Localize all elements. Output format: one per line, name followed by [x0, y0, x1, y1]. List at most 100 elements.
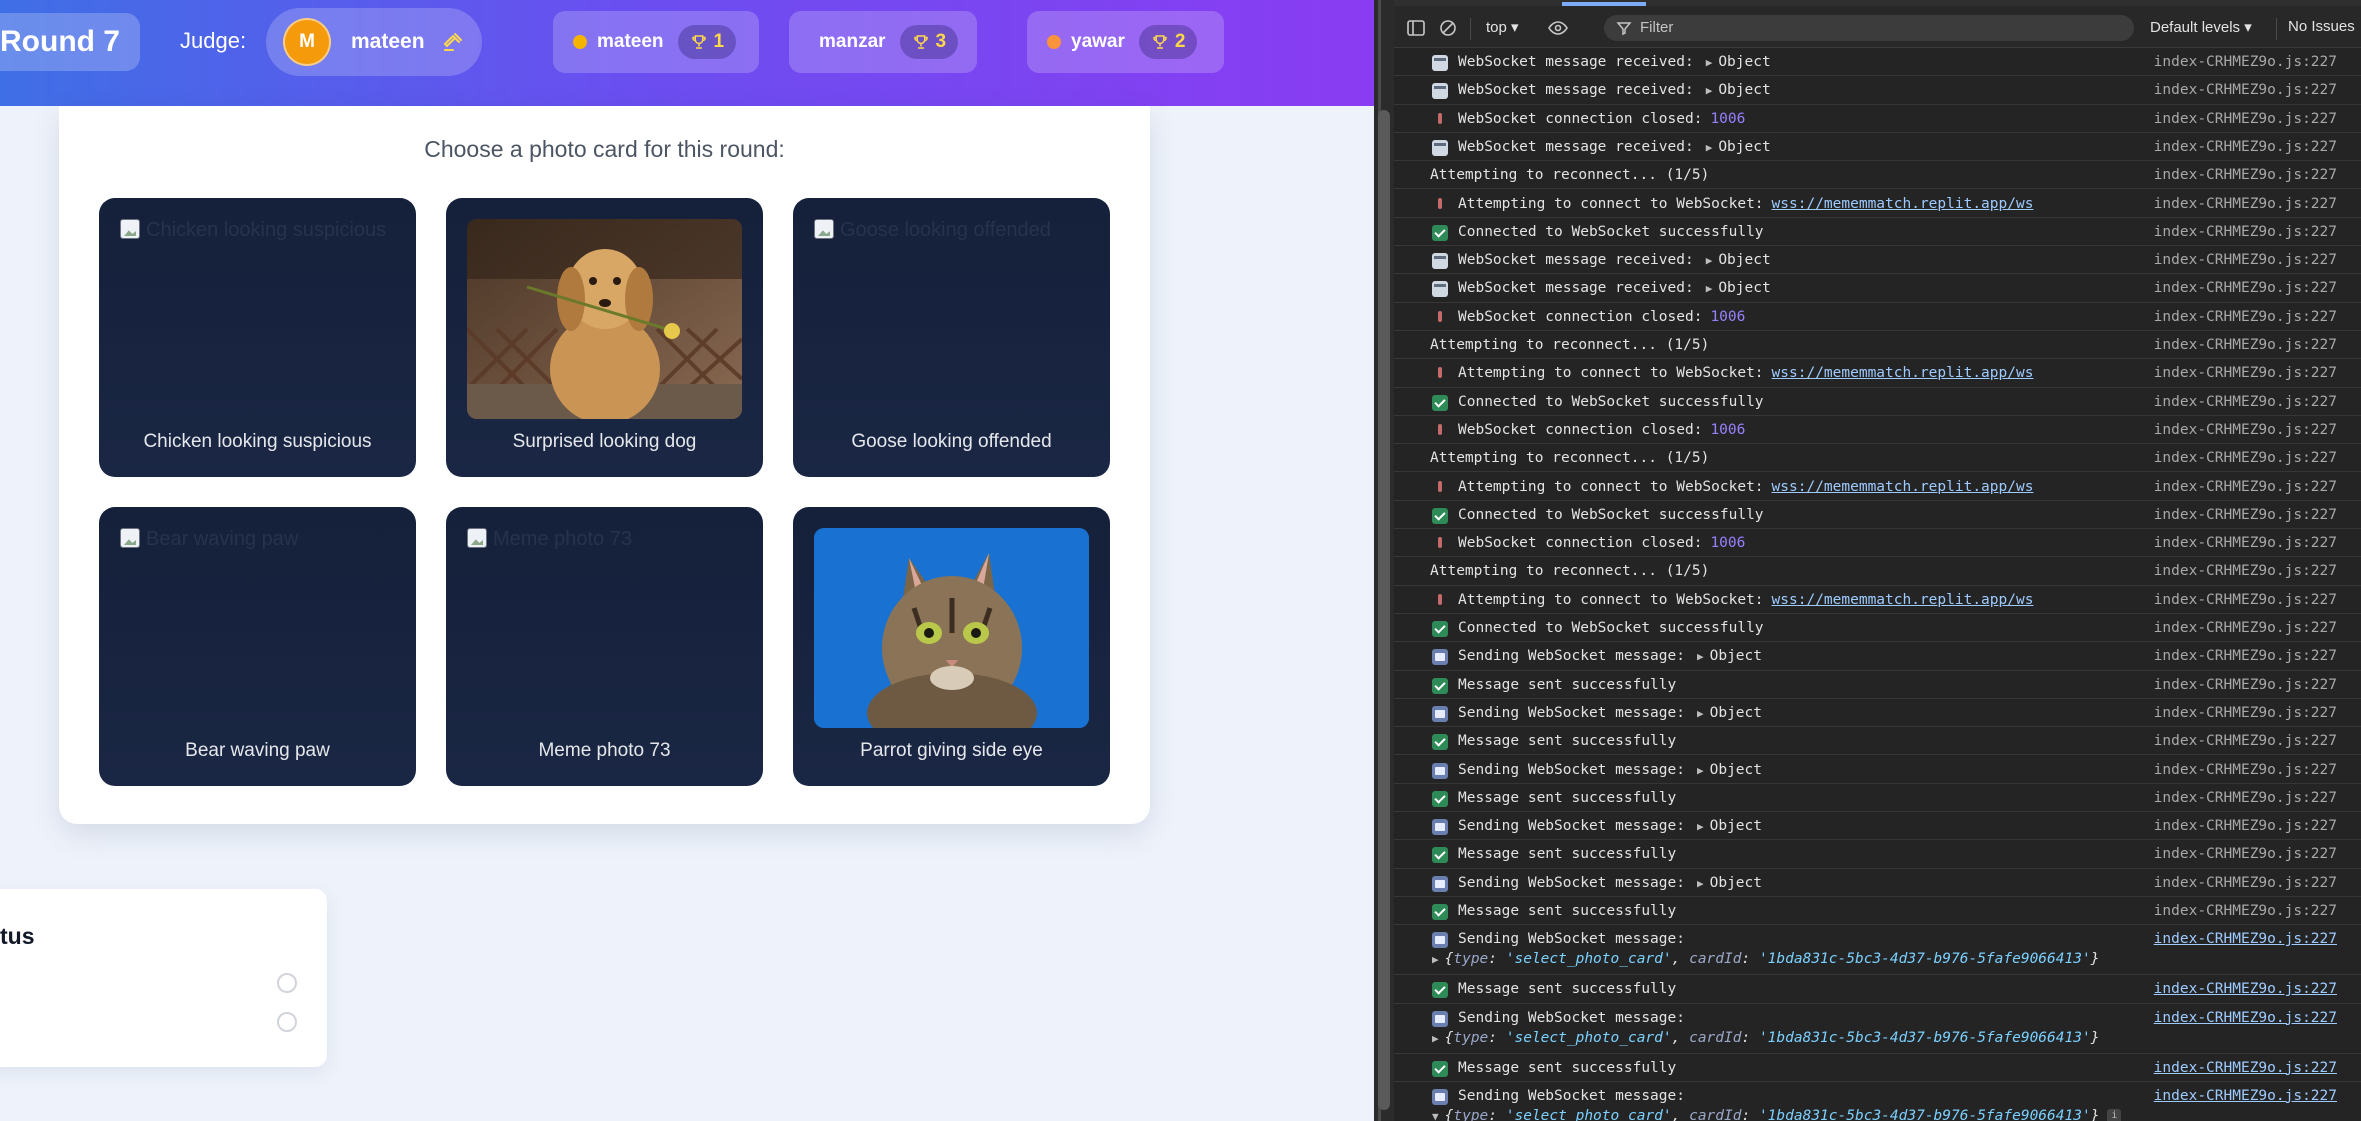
source-link[interactable]: index-CRHMEZ9o.js:227: [2154, 903, 2337, 919]
source-link[interactable]: index-CRHMEZ9o.js:227: [2154, 705, 2337, 721]
photo-card[interactable]: Meme photo 73 Meme photo 73: [446, 507, 763, 786]
sidebar-toggle-icon[interactable]: [1406, 18, 1426, 38]
console-log-row[interactable]: Sending WebSocket message: ▶ Object index-C…: [1394, 869, 2361, 897]
info-icon[interactable]: i: [2107, 1108, 2122, 1121]
clear-console-icon[interactable]: [1438, 18, 1458, 38]
issues-counter[interactable]: No Issues: [2288, 18, 2355, 35]
console-log-row[interactable]: Sending WebSocket message: ▼ {type: 'selec…: [1394, 1082, 2361, 1121]
photo-card[interactable]: Chicken looking suspicious Chicken looki…: [99, 198, 416, 477]
console-log-row[interactable]: WebSocket connection closed: 1006 index-CR…: [1394, 303, 2361, 331]
websocket-url-link[interactable]: wss://mememmatch.replit.app/ws: [1772, 592, 2034, 608]
source-link[interactable]: index-CRHMEZ9o.js:227: [2154, 563, 2337, 579]
websocket-url-link[interactable]: wss://mememmatch.replit.app/ws: [1772, 479, 2034, 495]
console-log-row[interactable]: Attempting to connect to WebSocket: wss:/…: [1394, 473, 2361, 501]
source-link[interactable]: index-CRHMEZ9o.js:227: [2154, 224, 2337, 240]
source-link[interactable]: index-CRHMEZ9o.js:227: [2154, 252, 2337, 268]
source-link[interactable]: index-CRHMEZ9o.js:227: [2154, 450, 2337, 466]
console-filter-input[interactable]: Filter: [1604, 15, 2134, 41]
console-log-row[interactable]: Attempting to reconnect... (1/5) index-CR…: [1394, 444, 2361, 473]
expandable-object[interactable]: ▶ Object: [1706, 139, 1771, 155]
source-link[interactable]: index-CRHMEZ9o.js:227: [2154, 422, 2337, 438]
photo-card[interactable]: Surprised looking dog: [446, 198, 763, 477]
source-link[interactable]: index-CRHMEZ9o.js:227: [2154, 846, 2337, 862]
console-log-row[interactable]: Sending WebSocket message: ▶ Object index-C…: [1394, 642, 2361, 671]
expandable-object[interactable]: ▶ Object: [1706, 252, 1771, 268]
source-link[interactable]: index-CRHMEZ9o.js:227: [2154, 733, 2337, 749]
console-log-row[interactable]: WebSocket message received: ▶ Object index-…: [1394, 48, 2361, 77]
source-link[interactable]: index-CRHMEZ9o.js:227: [2154, 1060, 2337, 1076]
context-selector[interactable]: top ▾: [1486, 18, 1519, 36]
payload-object[interactable]: ▶ {type: 'select_photo_card', cardId: '1b…: [1432, 1030, 2099, 1046]
console-log-row[interactable]: Attempting to connect to WebSocket: wss:/…: [1394, 190, 2361, 218]
source-link[interactable]: index-CRHMEZ9o.js:227: [2154, 167, 2337, 183]
expandable-object[interactable]: ▶ Object: [1697, 875, 1762, 891]
source-link[interactable]: index-CRHMEZ9o.js:227: [2154, 648, 2337, 664]
expandable-object[interactable]: ▶ Object: [1697, 818, 1762, 834]
source-link[interactable]: index-CRHMEZ9o.js:227: [2154, 875, 2337, 891]
source-link[interactable]: index-CRHMEZ9o.js:227: [2154, 1088, 2337, 1104]
expandable-object[interactable]: ▶ Object: [1697, 648, 1762, 664]
expandable-object[interactable]: ▶ Object: [1706, 54, 1771, 70]
source-link[interactable]: index-CRHMEZ9o.js:227: [2154, 139, 2337, 155]
console-log-row[interactable]: Sending WebSocket message: ▶ Object index-C…: [1394, 812, 2361, 841]
source-link[interactable]: index-CRHMEZ9o.js:227: [2154, 677, 2337, 693]
console-log-row[interactable]: Attempting to connect to WebSocket: wss:/…: [1394, 359, 2361, 388]
source-link[interactable]: index-CRHMEZ9o.js:227: [2154, 111, 2337, 127]
source-link[interactable]: index-CRHMEZ9o.js:227: [2154, 620, 2337, 636]
console-log-row[interactable]: Connected to WebSocket successfully index…: [1394, 218, 2361, 247]
live-expression-eye-icon[interactable]: [1548, 18, 1568, 38]
console-log-row[interactable]: WebSocket message received: ▶ Object index-…: [1394, 133, 2361, 162]
expandable-object[interactable]: ▶ Object: [1706, 280, 1771, 296]
console-log-row[interactable]: WebSocket connection closed: 1006 index-CR…: [1394, 529, 2361, 558]
expandable-object[interactable]: ▶ Object: [1697, 705, 1762, 721]
console-log-row[interactable]: Connected to WebSocket successfully index…: [1394, 388, 2361, 416]
source-link[interactable]: index-CRHMEZ9o.js:227: [2154, 365, 2337, 381]
source-link[interactable]: index-CRHMEZ9o.js:227: [2154, 535, 2337, 551]
console-log-row[interactable]: Message sent successfully index-CRHMEZ9o.…: [1394, 975, 2361, 1004]
source-link[interactable]: index-CRHMEZ9o.js:227: [2154, 1010, 2337, 1026]
source-link[interactable]: index-CRHMEZ9o.js:227: [2154, 762, 2337, 778]
console-log-row[interactable]: WebSocket message received: ▶ Object index-…: [1394, 246, 2361, 275]
log-levels-dropdown[interactable]: Default levels ▾: [2150, 18, 2252, 36]
console-log-row[interactable]: WebSocket message received: ▶ Object index-…: [1394, 76, 2361, 105]
console-log-row[interactable]: Message sent successfully index-CRHMEZ9o.…: [1394, 727, 2361, 756]
source-link[interactable]: index-CRHMEZ9o.js:227: [2154, 818, 2337, 834]
source-link[interactable]: index-CRHMEZ9o.js:227: [2154, 981, 2337, 997]
console-log-row[interactable]: Sending WebSocket message: ▶ {type: 'selec…: [1394, 925, 2361, 976]
console-log-row[interactable]: Attempting to reconnect... (1/5) index-CR…: [1394, 161, 2361, 190]
source-link[interactable]: index-CRHMEZ9o.js:227: [2154, 337, 2337, 353]
photo-card[interactable]: Parrot giving side eye: [793, 507, 1110, 786]
source-link[interactable]: index-CRHMEZ9o.js:227: [2154, 82, 2337, 98]
console-log-row[interactable]: Attempting to reconnect... (1/5) index-CR…: [1394, 557, 2361, 586]
console-log-row[interactable]: Sending WebSocket message: ▶ Object index-C…: [1394, 756, 2361, 784]
console-log-row[interactable]: Message sent successfully index-CRHMEZ9o.…: [1394, 784, 2361, 813]
source-link[interactable]: index-CRHMEZ9o.js:227: [2154, 592, 2337, 608]
console-log-row[interactable]: Connected to WebSocket successfully index…: [1394, 614, 2361, 643]
source-link[interactable]: index-CRHMEZ9o.js:227: [2154, 479, 2337, 495]
console-log-row[interactable]: WebSocket connection closed: 1006 index-CR…: [1394, 416, 2361, 445]
console-log-row[interactable]: Attempting to reconnect... (1/5) index-CR…: [1394, 331, 2361, 360]
console-log-row[interactable]: Sending WebSocket message: ▶ Object index-C…: [1394, 699, 2361, 728]
console-log-row[interactable]: Message sent successfully index-CRHMEZ9o.…: [1394, 897, 2361, 926]
source-link[interactable]: index-CRHMEZ9o.js:227: [2154, 280, 2337, 296]
console-log-row[interactable]: Message sent successfully index-CRHMEZ9o.…: [1394, 671, 2361, 699]
source-link[interactable]: index-CRHMEZ9o.js:227: [2154, 309, 2337, 325]
app-scrollbar[interactable]: [1378, 110, 1390, 1110]
photo-card[interactable]: Goose looking offended Goose looking off…: [793, 198, 1110, 477]
source-link[interactable]: index-CRHMEZ9o.js:227: [2154, 196, 2337, 212]
console-log-row[interactable]: Connected to WebSocket successfully index…: [1394, 501, 2361, 530]
console-log-row[interactable]: WebSocket message received: ▶ Object index-…: [1394, 274, 2361, 303]
websocket-url-link[interactable]: wss://mememmatch.replit.app/ws: [1772, 365, 2034, 381]
source-link[interactable]: index-CRHMEZ9o.js:227: [2154, 507, 2337, 523]
expandable-object[interactable]: ▶ Object: [1697, 762, 1762, 778]
source-link[interactable]: index-CRHMEZ9o.js:227: [2154, 790, 2337, 806]
expandable-object[interactable]: ▶ Object: [1706, 82, 1771, 98]
source-link[interactable]: index-CRHMEZ9o.js:227: [2154, 394, 2337, 410]
console-log-row[interactable]: WebSocket connection closed: 1006 index-CR…: [1394, 105, 2361, 133]
payload-object[interactable]: ▶ {type: 'select_photo_card', cardId: '1b…: [1432, 951, 2099, 967]
source-link[interactable]: index-CRHMEZ9o.js:227: [2154, 54, 2337, 70]
payload-object[interactable]: ▼ {type: 'select_photo_card', cardId: '1b…: [1432, 1108, 2122, 1121]
console-log-row[interactable]: Message sent successfully index-CRHMEZ9o.…: [1394, 1054, 2361, 1082]
websocket-url-link[interactable]: wss://mememmatch.replit.app/ws: [1772, 196, 2034, 212]
console-log-row[interactable]: Attempting to connect to WebSocket: wss:/…: [1394, 586, 2361, 614]
